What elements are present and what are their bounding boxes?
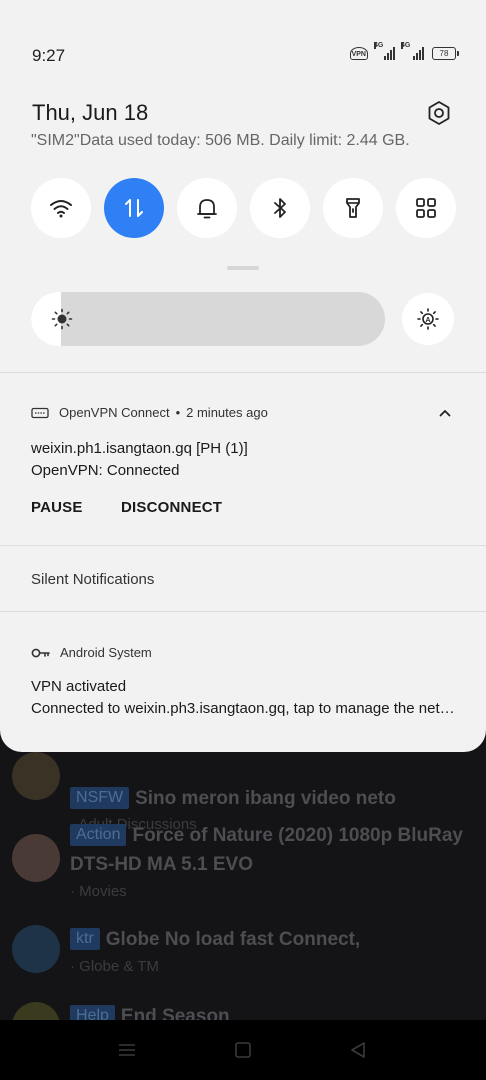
- battery-level: 78: [439, 48, 449, 58]
- auto-brightness-button[interactable]: A: [402, 293, 454, 345]
- notification-text: Connected to weixin.ph3.isangtaon.gq, ta…: [31, 700, 461, 717]
- signal-sim1-icon: 4G: [374, 42, 395, 60]
- post-tag: NSFW: [70, 787, 130, 809]
- data-transfer-icon: [125, 199, 143, 217]
- flashlight-icon: [346, 198, 360, 218]
- post-title: Globe No load fast Connect,: [105, 929, 361, 950]
- data-usage-label: "SIM2"Data used today: 506 MB. Daily lim…: [31, 132, 410, 149]
- signal-sim2-icon: 4G: [401, 42, 424, 60]
- post-title: End Season: [120, 1006, 230, 1020]
- vpn-server-text: weixin.ph1.isangtaon.gq [PH (1)]: [31, 440, 248, 457]
- date-label: Thu, Jun 18: [32, 100, 149, 125]
- menu-button[interactable]: [115, 1038, 139, 1062]
- divider: [0, 611, 486, 612]
- network-type: 4G: [374, 42, 384, 49]
- post-title-wrap: Help End Season: [70, 1002, 476, 1020]
- grid-icon: [416, 198, 436, 218]
- home-button[interactable]: [231, 1038, 255, 1062]
- avatar: [12, 834, 60, 882]
- divider: [0, 372, 486, 373]
- drag-handle[interactable]: [227, 266, 259, 270]
- vpn-status-text: OpenVPN: Connected: [31, 462, 180, 479]
- post-title-wrap: NSFW Sino meron ibang video neto: [70, 784, 476, 813]
- bell-icon: [197, 199, 217, 219]
- key-icon: [31, 648, 50, 657]
- notification-app-name: OpenVPN Connect: [59, 405, 170, 420]
- separator: •: [175, 405, 181, 420]
- pause-button[interactable]: PAUSE: [31, 499, 83, 516]
- notification-header: OpenVPN Connect • 2 minutes ago: [31, 405, 268, 420]
- chevron-up-icon: [439, 410, 451, 417]
- brightness-sun-icon: [51, 308, 73, 330]
- notification-app-name: Android System: [60, 645, 152, 660]
- avatar: [12, 752, 60, 800]
- silent-notifications-header: Silent Notifications: [31, 571, 155, 588]
- wifi-tile[interactable]: [31, 178, 91, 238]
- post-title-wrap: Action Force of Nature (2020) 1080p BluRa…: [70, 821, 476, 879]
- svg-text:A: A: [425, 317, 430, 324]
- back-triangle-icon: [351, 1042, 365, 1058]
- battery-icon: 78: [432, 46, 459, 60]
- back-button[interactable]: [346, 1038, 370, 1062]
- navigation-bar: [0, 1020, 486, 1080]
- auto-brightness-icon: A: [417, 308, 439, 330]
- gear-icon: [428, 101, 450, 125]
- bluetooth-tile[interactable]: [250, 178, 310, 238]
- sound-tile[interactable]: [177, 178, 237, 238]
- collapse-button[interactable]: [436, 404, 454, 422]
- avatar: [12, 925, 60, 973]
- status-time: 9:27: [32, 46, 66, 65]
- bluetooth-icon: [274, 198, 286, 218]
- post-category: · Globe & TM: [70, 958, 159, 975]
- notification-header: Android System: [31, 645, 152, 660]
- post-tag: Help: [70, 1005, 115, 1020]
- post-title-wrap: ktr Globe No load fast Connect,: [70, 925, 476, 954]
- post-title: Sino meron ibang video neto: [135, 788, 396, 809]
- home-square-icon: [235, 1042, 251, 1058]
- post-tag: Action: [70, 824, 127, 846]
- settings-button[interactable]: [424, 98, 454, 128]
- menu-icon: [119, 1044, 135, 1056]
- vpn-app-icon: [31, 407, 49, 418]
- network-type: 4G: [401, 42, 411, 49]
- divider: [0, 545, 486, 546]
- notification-shade: 9:27 VPN 4G 4G 78 Thu, Jun 18 "SIM2"Data…: [0, 0, 486, 752]
- more-tiles[interactable]: [396, 178, 456, 238]
- flashlight-tile[interactable]: [323, 178, 383, 238]
- wifi-icon: [50, 200, 72, 218]
- notification-time: 2 minutes ago: [186, 405, 268, 420]
- vpn-key-icon: VPN: [349, 46, 368, 60]
- post-title: Force of Nature (2020) 1080p BluRay DTS-…: [70, 825, 463, 875]
- post-tag: ktr: [70, 928, 100, 950]
- mobile-data-tile[interactable]: [104, 178, 164, 238]
- avatar: [12, 1002, 60, 1020]
- notification-title: VPN activated: [31, 678, 127, 695]
- disconnect-button[interactable]: DISCONNECT: [121, 499, 222, 516]
- brightness-slider[interactable]: [31, 292, 385, 346]
- status-icons: VPN 4G 4G 78: [349, 42, 459, 60]
- post-category: · Movies: [70, 883, 127, 900]
